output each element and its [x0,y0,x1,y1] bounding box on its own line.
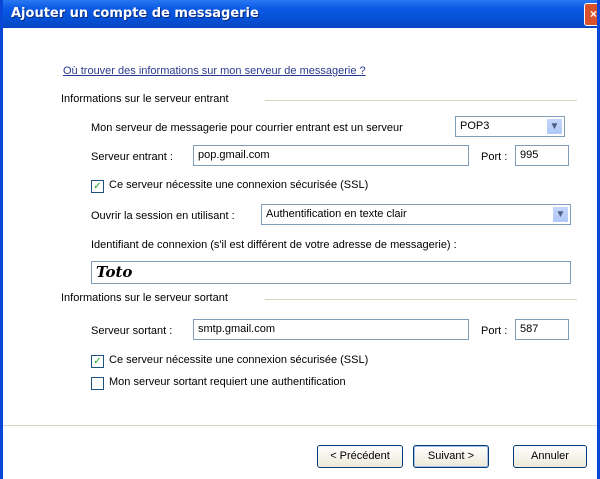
outgoing-port-label: Port : [481,325,508,337]
chevron-down-icon[interactable]: ▼ [552,206,569,223]
outgoing-ssl-label: Ce serveur nécessite une connexion sécur… [109,354,369,366]
login-id-label: Identifiant de connexion (s'il est diffé… [91,239,457,251]
close-icon: × [589,7,597,21]
outgoing-server-label: Serveur sortant : [91,325,173,337]
outgoing-ssl-checkbox[interactable]: ✓ [91,355,104,368]
incoming-server-input[interactable]: pop.gmail.com [193,145,469,166]
checkmark-icon: ✓ [93,356,102,367]
outgoing-server-input[interactable]: smtp.gmail.com [193,319,469,340]
incoming-ssl-checkbox[interactable]: ✓ [91,180,104,193]
outgoing-auth-label: Mon serveur sortant requiert une authent… [109,376,346,388]
dialog-content: Où trouver des informations sur mon serv… [3,28,597,479]
window-title: Ajouter un compte de messagerie [11,6,259,21]
outgoing-auth-checkbox[interactable] [91,377,104,390]
title-bar[interactable]: Ajouter un compte de messagerie × [3,0,597,28]
logon-method-label: Ouvrir la session en utilisant : [91,210,235,222]
outgoing-group-label: Informations sur le serveur sortant [61,292,232,304]
incoming-server-type-label: Mon serveur de messagerie pour courrier … [91,122,403,134]
outgoing-group-divider [265,299,577,300]
cancel-button[interactable]: Annuler [513,445,587,468]
button-separator [3,425,597,426]
close-button[interactable]: × [584,3,597,26]
login-id-input[interactable]: Toto [91,261,571,284]
help-link[interactable]: Où trouver des informations sur mon serv… [63,65,366,77]
incoming-server-label: Serveur entrant : [91,151,173,163]
incoming-port-label: Port : [481,151,508,163]
incoming-group-label: Informations sur le serveur entrant [61,93,233,105]
incoming-ssl-label: Ce serveur nécessite une connexion sécur… [109,179,369,191]
logon-method-value: Authentification en texte clair [266,208,407,220]
incoming-port-input[interactable]: 995 [515,145,569,166]
dialog-window: Ajouter un compte de messagerie × Où tro… [0,0,600,479]
incoming-server-type-value: POP3 [460,120,490,132]
logon-method-select[interactable]: Authentification en texte clair ▼ [261,204,571,225]
previous-button[interactable]: < Précédent [317,445,403,468]
checkmark-icon: ✓ [93,181,102,192]
incoming-group-divider [265,100,577,101]
outgoing-port-input[interactable]: 587 [515,319,569,340]
next-button[interactable]: Suivant > [413,445,489,468]
chevron-down-icon[interactable]: ▼ [546,118,563,135]
incoming-server-type-select[interactable]: POP3 ▼ [455,116,565,137]
